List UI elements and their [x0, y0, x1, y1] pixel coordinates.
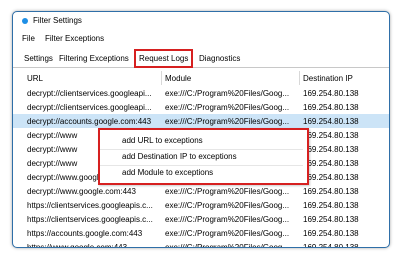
cell-destination-ip: 169.254.80.138 [303, 215, 359, 224]
table-row[interactable]: https://accounts.google.com:443 exe:///C:… [13, 226, 389, 240]
cell-destination-ip: 169.254.80.138 [303, 117, 359, 126]
cell-module: exe:///C:/Program%20Files/Goog... [165, 229, 290, 238]
table-row[interactable]: https://www.google.com:443 exe:///C:/Prog… [13, 240, 389, 248]
cell-destination-ip: 169.254.80.138 [303, 145, 359, 154]
column-header-destination-ip[interactable]: Destination IP [303, 73, 353, 84]
menu-item-add-destination-ip[interactable]: add Destination IP to exceptions [122, 151, 237, 162]
tab-diagnostics[interactable]: Diagnostics [196, 52, 243, 65]
cell-url: decrypt://www.google.com:443 [27, 187, 136, 196]
cell-destination-ip: 169.254.80.138 [303, 131, 359, 140]
tab-filtering-exceptions[interactable]: Filtering Exceptions [56, 52, 132, 65]
cell-destination-ip: 169.254.80.138 [303, 229, 359, 238]
column-divider[interactable] [161, 71, 162, 85]
table-row[interactable]: https://clientservices.googleapis.c... ex… [13, 212, 389, 226]
cell-destination-ip: 169.254.80.138 [303, 243, 359, 248]
cell-module: exe:///C:/Program%20Files/Goog... [165, 89, 290, 98]
table-row[interactable]: decrypt://accounts.google.com:443 exe:///… [13, 114, 389, 128]
menu-filter-exceptions[interactable]: Filter Exceptions [45, 33, 104, 44]
cell-url: decrypt://clientservices.googleapi... [27, 89, 152, 98]
cell-url: https://www.google.com:443 [27, 243, 128, 248]
table-row[interactable]: decrypt://clientservices.googleapi... exe… [13, 86, 389, 100]
cell-module: exe:///C:/Program%20Files/Goog... [165, 103, 290, 112]
cell-destination-ip: 169.254.80.138 [303, 89, 359, 98]
menu-separator [100, 149, 303, 150]
menu-item-add-url[interactable]: add URL to exceptions [122, 135, 203, 146]
cell-destination-ip: 169.254.80.138 [303, 201, 359, 210]
filter-settings-window: Filter Settings File Filter Exceptions S… [12, 11, 390, 248]
cell-destination-ip: 169.254.80.138 [303, 159, 359, 168]
title-bar: Filter Settings [13, 12, 389, 30]
cell-module: exe:///C:/Program%20Files/Goog... [165, 117, 290, 126]
cell-url: https://clientservices.googleapis.c... [27, 201, 153, 210]
cell-destination-ip: 169.254.80.138 [303, 187, 359, 196]
column-header-url[interactable]: URL [27, 73, 43, 84]
cell-module: exe:///C:/Program%20Files/Goog... [165, 187, 290, 196]
column-header-module[interactable]: Module [165, 73, 191, 84]
menu-file[interactable]: File [22, 33, 35, 44]
cell-url: decrypt://accounts.google.com:443 [27, 117, 152, 126]
column-headers: URL Module Destination IP [13, 71, 389, 85]
cell-url: https://accounts.google.com:443 [27, 229, 143, 238]
app-icon [22, 18, 28, 24]
cell-destination-ip: 169.254.80.138 [303, 173, 359, 182]
cell-destination-ip: 169.254.80.138 [303, 103, 359, 112]
menu-bar: File Filter Exceptions [13, 30, 389, 46]
cell-module: exe:///C:/Program%20Files/Goog... [165, 243, 290, 248]
tab-settings[interactable]: Settings [21, 52, 56, 65]
context-menu: add URL to exceptions add Destination IP… [98, 128, 309, 185]
menu-item-add-module[interactable]: add Module to exceptions [122, 167, 213, 178]
cell-url: decrypt://clientservices.googleapi... [27, 103, 152, 112]
tab-request-logs[interactable]: Request Logs [134, 49, 194, 68]
column-divider[interactable] [299, 71, 300, 85]
window-title: Filter Settings [33, 16, 82, 25]
cell-module: exe:///C:/Program%20Files/Goog... [165, 201, 290, 210]
table-row[interactable]: decrypt://www.google.com:443 exe:///C:/Pr… [13, 184, 389, 198]
tab-strip: Settings Filtering Exceptions Request Lo… [13, 49, 389, 68]
menu-separator [100, 165, 303, 166]
cell-module: exe:///C:/Program%20Files/Goog... [165, 215, 290, 224]
cell-url: https://clientservices.googleapis.c... [27, 215, 153, 224]
table-row[interactable]: https://clientservices.googleapis.c... ex… [13, 198, 389, 212]
table-row[interactable]: decrypt://clientservices.googleapi... exe… [13, 100, 389, 114]
